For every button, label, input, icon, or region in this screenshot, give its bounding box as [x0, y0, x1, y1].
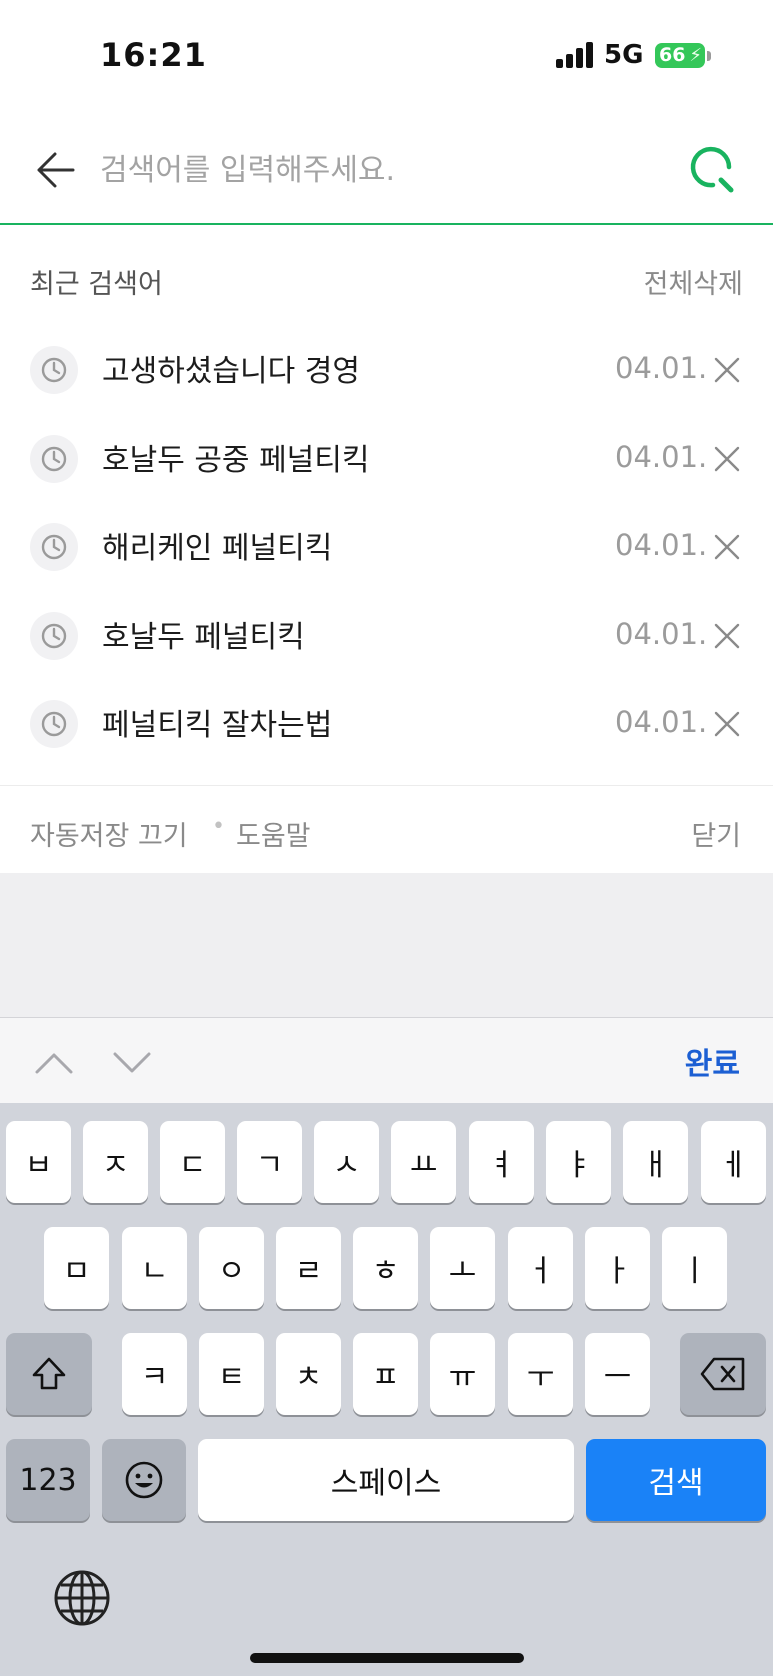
recent-search-date: 04.01.	[615, 616, 708, 651]
backspace-icon	[700, 1357, 745, 1391]
key[interactable]: ㅋ	[122, 1333, 187, 1415]
recent-search-item[interactable]: 고생하셨습니다 경영 04.01.	[0, 326, 773, 415]
key[interactable]: ㅏ	[585, 1227, 650, 1309]
delete-all-button[interactable]: 전체삭제	[644, 262, 743, 301]
clock-icon	[30, 700, 78, 748]
recent-search-date: 04.01.	[615, 351, 708, 385]
key[interactable]: ㅇ	[199, 1227, 264, 1309]
search-bar	[0, 115, 773, 225]
recent-searches-list: 고생하셨습니다 경영 04.01. 호날두 공중 페널티킥 04.01. 해리케…	[0, 326, 773, 769]
clock-icon	[30, 346, 78, 394]
key[interactable]: ㅍ	[353, 1333, 418, 1415]
battery-cap	[707, 51, 711, 61]
key[interactable]: ㅡ	[585, 1333, 650, 1415]
shift-key[interactable]	[6, 1333, 92, 1415]
emoji-key[interactable]	[102, 1439, 186, 1521]
chevron-down-icon[interactable]	[112, 1042, 152, 1082]
cellular-signal-icon	[556, 42, 594, 68]
home-indicator	[250, 1653, 524, 1663]
recent-search-date: 04.01.	[615, 528, 708, 562]
recent-search-item[interactable]: 호날두 공중 페널티킥 04.01.	[0, 415, 773, 504]
search-button[interactable]	[686, 143, 740, 197]
help-link[interactable]: 도움말	[236, 814, 311, 853]
key[interactable]: ㅗ	[430, 1227, 495, 1309]
close-icon[interactable]	[712, 621, 742, 651]
keyboard: ㅂ ㅈ ㄷ ㄱ ㅅ ㅛ ㅕ ㅑ ㅐ ㅔ ㅁ ㄴ ㅇ ㄹ ㅎ ㅗ ㅓ ㅏ ㅣ ㅋ …	[0, 1103, 773, 1676]
search-key[interactable]: 검색	[586, 1439, 766, 1521]
recent-searches-footer: 자동저장 끄기 • 도움말 닫기	[0, 785, 773, 873]
key[interactable]: ㅛ	[391, 1121, 456, 1203]
clock-icon	[30, 523, 78, 571]
back-button[interactable]	[30, 145, 80, 195]
numbers-key[interactable]: 123	[6, 1439, 90, 1521]
recent-search-date: 04.01.	[615, 439, 708, 474]
key[interactable]: ㅎ	[353, 1227, 418, 1309]
key[interactable]: ㄱ	[237, 1121, 302, 1203]
close-icon[interactable]	[712, 532, 742, 562]
clock-icon	[30, 434, 78, 483]
key[interactable]: ㅔ	[701, 1121, 766, 1203]
key[interactable]: ㅊ	[276, 1333, 341, 1415]
shift-icon	[32, 1357, 66, 1390]
key[interactable]: ㅅ	[314, 1121, 379, 1203]
key[interactable]: ㅈ	[83, 1121, 148, 1203]
recent-search-date: 04.01.	[615, 705, 708, 739]
arrow-left-icon	[37, 152, 75, 188]
recent-searches-header: 최근 검색어 전체삭제	[30, 262, 743, 306]
search-input[interactable]	[100, 145, 660, 195]
battery-level: 66	[659, 44, 686, 66]
key[interactable]: ㄴ	[122, 1227, 187, 1309]
emoji-icon	[125, 1461, 163, 1499]
network-type: 5G	[604, 40, 644, 70]
recent-search-text: 호날두 공중 페널티킥	[102, 442, 370, 478]
key[interactable]: ㅜ	[508, 1333, 573, 1415]
key[interactable]: ㅓ	[508, 1227, 573, 1309]
clock-icon	[30, 611, 78, 660]
status-bar: 16:21 5G 66 ⚡	[0, 0, 773, 115]
recent-searches-title: 최근 검색어	[30, 269, 163, 300]
empty-area	[0, 873, 773, 1017]
globe-icon[interactable]	[52, 1568, 112, 1628]
close-icon[interactable]	[712, 355, 742, 385]
key[interactable]: ㅑ	[546, 1121, 611, 1203]
space-key[interactable]: 스페이스	[198, 1439, 574, 1521]
key[interactable]: ㅣ	[662, 1227, 727, 1309]
keyboard-accessory-bar: 완료	[0, 1017, 773, 1103]
status-time: 16:21	[100, 36, 207, 74]
charging-bolt-icon: ⚡	[689, 45, 702, 66]
recent-search-item[interactable]: 호날두 페널티킥 04.01.	[0, 592, 773, 681]
recent-search-text: 페널티킥 잘차는법	[102, 708, 333, 743]
recent-search-text: 고생하셨습니다 경영	[102, 354, 360, 389]
battery-icon: 66 ⚡	[655, 43, 705, 68]
close-icon[interactable]	[712, 444, 742, 474]
recent-search-text: 호날두 페널티킥	[102, 619, 305, 655]
dot-separator: •	[212, 814, 225, 839]
close-button[interactable]: 닫기	[691, 814, 741, 853]
auto-save-off-button[interactable]: 자동저장 끄기	[30, 814, 188, 853]
key[interactable]: ㅐ	[623, 1121, 688, 1203]
key[interactable]: ㅁ	[44, 1227, 109, 1309]
chevron-up-icon[interactable]	[34, 1042, 74, 1082]
key[interactable]: ㄹ	[276, 1227, 341, 1309]
done-button[interactable]: 완료	[685, 1039, 740, 1083]
key[interactable]: ㅠ	[430, 1333, 495, 1415]
key[interactable]: ㅕ	[469, 1121, 534, 1203]
key[interactable]: ㅌ	[199, 1333, 264, 1415]
key[interactable]: ㅂ	[6, 1121, 71, 1203]
search-icon	[690, 146, 734, 193]
backspace-key[interactable]	[680, 1333, 766, 1415]
recent-search-item[interactable]: 해리케인 페널티킥 04.01.	[0, 503, 773, 592]
recent-search-item[interactable]: 페널티킥 잘차는법 04.01.	[0, 680, 773, 769]
close-icon[interactable]	[712, 709, 742, 739]
recent-search-text: 해리케인 페널티킥	[102, 531, 333, 566]
key[interactable]: ㄷ	[160, 1121, 225, 1203]
